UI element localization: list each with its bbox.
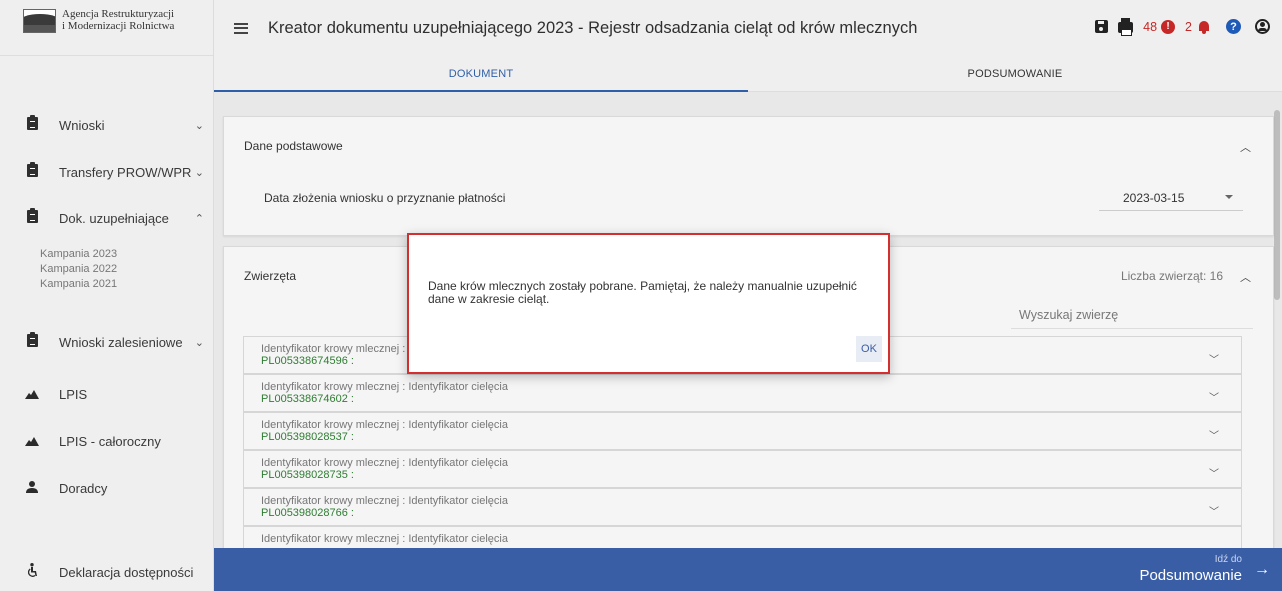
animal-row-id: PL005338674602 : [261,393,354,405]
tab-bar: DOKUMENT PODSUMOWANIE [214,56,1282,92]
go-to-label: Idź do [1214,554,1242,565]
error-icon[interactable]: ! [1161,19,1176,34]
scrollbar[interactable] [1274,110,1280,300]
animal-row-id: PL005398028735 : [261,469,354,481]
mountain-icon [25,434,39,449]
agency-name-line2: i Modernizacji Rolnictwa [62,20,175,32]
clipboard-icon [25,332,39,350]
menu-icon[interactable] [234,22,248,34]
animal-row-label: Identyfikator krowy mlecznej : Identyfik… [261,457,508,469]
animal-row[interactable]: Identyfikator krowy mlecznej : Identyfik… [243,412,1242,450]
basic-data-card: Dane podstawowe ︿ Data złożenia wniosku … [223,116,1274,236]
clipboard-icon [25,115,39,133]
bell-icon[interactable] [1198,20,1210,34]
go-to-summary-button[interactable]: Idź do Podsumowanie → [214,548,1282,591]
sidebar-item-transfery[interactable]: Transfery PROW/WPR ⌄ [0,162,214,182]
animal-row-label: Identyfikator krowy mlecznej : Identyfik… [261,533,508,545]
sidebar-item-wnioski-zalesieniowe[interactable]: Wnioski zalesieniowe ⌄ [0,332,214,352]
accessibility-icon [25,563,39,581]
agency-logo-icon [23,9,56,33]
animal-count: Liczba zwierząt: 16 [1120,269,1223,283]
chevron-down-icon[interactable]: ﹀ [1209,351,1219,366]
clipboard-icon [25,208,39,226]
save-icon[interactable] [1095,20,1109,33]
animal-row-label: Identyfikator krowy mlecznej : Identyfik… [261,495,508,507]
page-title: Kreator dokumentu uzupełniającego 2023 -… [268,18,918,37]
submission-date-select[interactable]: 2023-03-15 [1099,185,1243,211]
sidebar-item-label: Dok. uzupełniające [59,210,169,226]
clipboard-icon [25,162,39,180]
agency-name-line1: Agencja Restrukturyzacji [62,8,175,20]
basic-data-title: Dane podstawowe [244,139,343,153]
arrow-right-icon: → [1254,561,1270,578]
chevron-down-icon[interactable]: ﹀ [1209,465,1219,480]
chevron-down-icon[interactable]: ﹀ [1209,503,1219,518]
animal-search-input[interactable]: Wyszukaj zwierzę [1011,301,1253,329]
animals-title: Zwierzęta [244,269,297,283]
sidebar-subitem-kampania-2021[interactable]: Kampania 2021 [40,278,117,290]
dropdown-arrow-icon [1225,195,1233,199]
agency-logo-text: Agencja Restrukturyzacji i Modernizacji … [62,8,174,32]
app-header: Kreator dokumentu uzupełniającego 2023 -… [214,0,1282,56]
sidebar-item-label: Wnioski zalesieniowe [59,334,183,350]
animal-row-label: Identyfikator krowy mlecznej : Identyfik… [261,419,508,431]
sidebar-item-label: Doradcy [59,480,108,496]
error-count[interactable]: 48 [1143,20,1157,34]
tab-podsumowanie[interactable]: PODSUMOWANIE [748,56,1282,91]
notification-count[interactable]: 2 [1185,20,1192,34]
sidebar-item-deklaracja-dostepnosci[interactable]: Deklaracja dostępności [0,562,214,582]
chevron-down-icon[interactable]: ﹀ [1209,427,1219,442]
help-icon[interactable]: ? [1226,19,1241,34]
submission-date-label: Data złożenia wniosku o przyznanie płatn… [264,191,506,205]
tab-dokument[interactable]: DOKUMENT [214,56,748,92]
sidebar-subitem-kampania-2022[interactable]: Kampania 2022 [40,263,117,275]
mountain-icon [25,387,39,402]
submission-date-value: 2023-03-15 [1123,191,1185,205]
sidebar-subitem-kampania-2023[interactable]: Kampania 2023 [40,248,117,260]
header-actions: 48 ! 2 ? [1085,18,1270,36]
animal-row-label: Identyfikator krowy mlecznej : Identyfik… [261,381,508,393]
animal-row[interactable]: Identyfikator krowy mlecznej : Identyfik… [243,526,1242,548]
sidebar: Agencja Restrukturyzacji i Modernizacji … [0,0,214,591]
print-icon[interactable] [1118,18,1134,36]
chevron-down-icon: ⌄ [194,336,204,349]
ok-button[interactable]: OK [856,336,882,362]
animal-row-id: PL005338674596 : [261,355,354,367]
account-icon[interactable] [1255,19,1270,34]
sidebar-item-doradcy[interactable]: Doradcy [0,478,214,498]
animal-row[interactable]: Identyfikator krowy mlecznej : Identyfik… [243,450,1242,488]
sidebar-item-lpis[interactable]: LPIS [0,384,214,404]
animal-row[interactable]: Identyfikator krowy mlecznej : Identyfik… [243,374,1242,412]
chevron-up-icon[interactable]: ︿ [1240,139,1251,155]
person-icon [25,480,39,496]
chevron-down-icon: ⌄ [194,166,204,179]
sidebar-item-label: Transfery PROW/WPR [59,164,192,180]
animal-row-id: PL005398028537 : [261,431,354,443]
sidebar-item-wnioski[interactable]: Wnioski ⌄ [0,115,214,135]
chevron-up-icon[interactable]: ︿ [1240,269,1251,285]
sidebar-item-lpis-caloroczny[interactable]: LPIS - całoroczny [0,431,214,451]
sidebar-item-dok-uzupelniajace[interactable]: Dok. uzupełniające ⌃ [0,208,214,228]
sidebar-item-label: Wnioski [59,117,105,133]
animal-row[interactable]: Identyfikator krowy mlecznej : Identyfik… [243,488,1242,526]
sidebar-item-label: LPIS - całoroczny [59,433,161,449]
dialog-message: Dane krów mlecznych zostały pobrane. Pam… [428,279,857,306]
sidebar-item-label: LPIS [59,386,88,402]
agency-logo[interactable]: Agencja Restrukturyzacji i Modernizacji … [0,0,213,56]
sidebar-item-label: Deklaracja dostępności [59,564,194,580]
chevron-down-icon[interactable]: ﹀ [1209,389,1219,404]
info-dialog: Dane krów mlecznych zostały pobrane. Pam… [407,233,890,374]
animal-row-id: PL005398028766 : [261,507,354,519]
chevron-down-icon: ⌄ [194,119,204,132]
go-to-target: Podsumowanie [1139,567,1242,584]
chevron-up-icon: ⌃ [194,212,204,225]
sidebar-footer: Deklaracja dostępności [0,548,214,591]
